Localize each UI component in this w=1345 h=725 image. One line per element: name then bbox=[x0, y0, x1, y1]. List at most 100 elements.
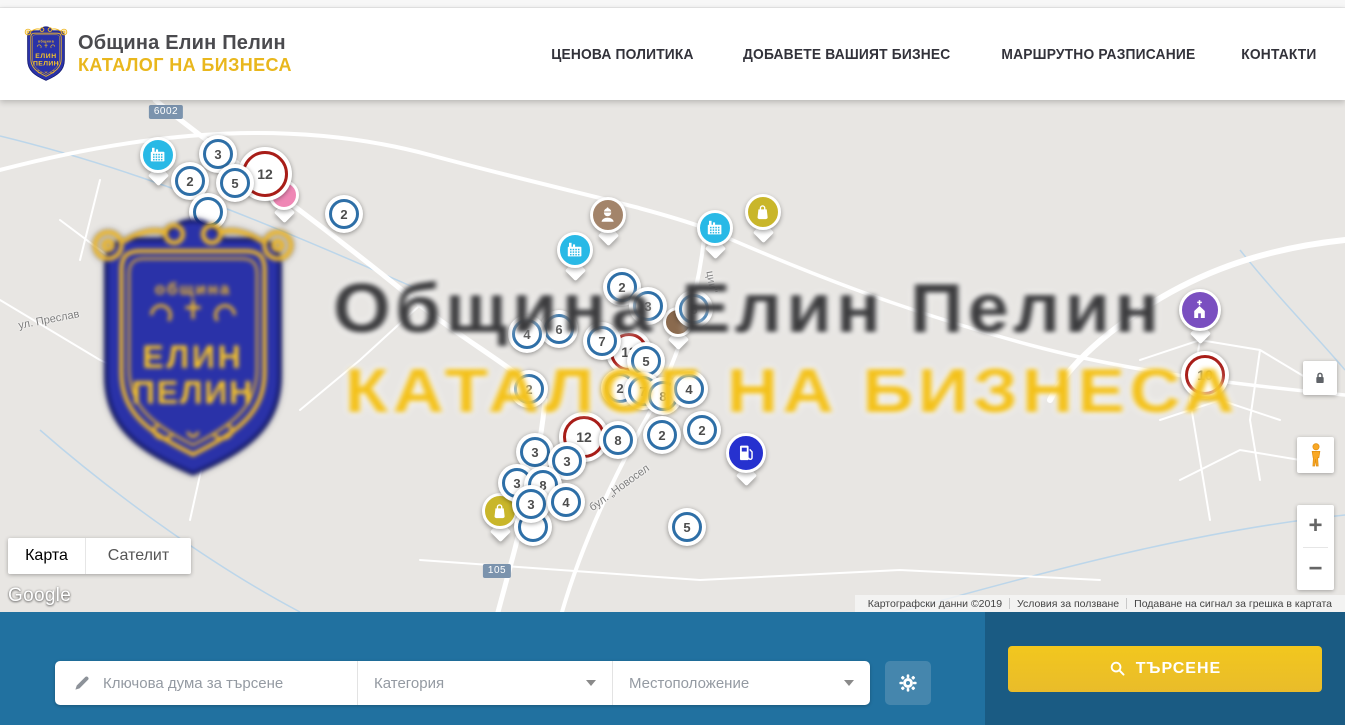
cluster-count: 3 bbox=[527, 497, 534, 512]
map-cluster-marker[interactable]: 2 bbox=[643, 416, 681, 454]
map-cluster-marker[interactable]: 3 bbox=[629, 287, 667, 325]
brand[interactable]: Община Елин Пелин КАТАЛОГ НА БИЗНЕСА bbox=[22, 23, 292, 85]
map-type-map-button[interactable]: Карта bbox=[8, 538, 85, 574]
map-cluster-marker[interactable]: 3 bbox=[512, 485, 550, 523]
fuel-icon bbox=[735, 442, 757, 464]
nav-item-add-business[interactable]: ДОБАВЕТЕ ВАШИЯТ БИЗНЕС bbox=[743, 46, 950, 63]
fullscreen-lock-button[interactable] bbox=[1303, 361, 1337, 395]
street-view-pegman[interactable] bbox=[1297, 437, 1334, 473]
cluster-count: 3 bbox=[531, 445, 538, 460]
search-submit-panel: ТЪРСЕНЕ bbox=[985, 612, 1345, 725]
map-pin-factory[interactable] bbox=[557, 232, 593, 281]
main-nav: ЦЕНОВА ПОЛИТИКА ДОБАВЕТЕ ВАШИЯТ БИЗНЕС М… bbox=[545, 8, 1320, 100]
factory-icon bbox=[565, 240, 584, 259]
top-strip bbox=[0, 0, 1345, 8]
chevron-down-icon bbox=[844, 680, 854, 686]
category-select[interactable]: Категория bbox=[357, 661, 612, 705]
map-type-satellite-button[interactable]: Сателит bbox=[85, 538, 191, 574]
zoom-in-button[interactable]: + bbox=[1297, 505, 1334, 547]
site-title: Община Елин Пелин bbox=[78, 32, 292, 55]
nav-item-contacts[interactable]: КОНТАКТИ bbox=[1241, 46, 1316, 63]
search-button-label: ТЪРСЕНЕ bbox=[1136, 660, 1221, 678]
bag-icon bbox=[753, 202, 772, 221]
cluster-count: 4 bbox=[523, 327, 530, 342]
factory-icon bbox=[148, 145, 167, 164]
gear-icon bbox=[897, 672, 919, 694]
map-pin-factory[interactable] bbox=[697, 210, 733, 259]
cluster-count: 3 bbox=[563, 454, 570, 469]
map-type-control: Карта Сателит bbox=[8, 538, 191, 574]
map-pin-church[interactable] bbox=[1179, 289, 1221, 344]
map-cluster-marker[interactable]: 8 bbox=[599, 421, 637, 459]
map-cluster-marker[interactable]: 4 bbox=[508, 315, 546, 353]
municipality-crest-logo bbox=[22, 23, 70, 85]
cluster-count: 2 bbox=[186, 174, 193, 189]
site-subtitle: КАТАЛОГ НА БИЗНЕСА bbox=[78, 55, 292, 76]
map-cluster-marker[interactable]: 6 bbox=[540, 310, 578, 348]
cluster-count: 12 bbox=[576, 429, 592, 445]
search-bar: ТЪРСЕНЕ Категория Местоположение bbox=[0, 612, 1345, 725]
cluster-count: 5 bbox=[231, 176, 238, 191]
cluster-count: 2 bbox=[698, 423, 705, 438]
advanced-settings-button[interactable] bbox=[885, 661, 931, 705]
cluster-count: 12 bbox=[257, 166, 273, 182]
cluster-count: 3 bbox=[644, 299, 651, 314]
cluster-count: 4 bbox=[685, 382, 692, 397]
map-cluster-marker[interactable]: 7 bbox=[583, 322, 621, 360]
chevron-down-icon bbox=[586, 680, 596, 686]
map-pin-fuel[interactable] bbox=[726, 433, 766, 486]
category-select-placeholder: Категория bbox=[374, 675, 444, 692]
cluster-count: 8 bbox=[614, 433, 621, 448]
search-button[interactable]: ТЪРСЕНЕ bbox=[1008, 646, 1322, 692]
nav-item-pricing[interactable]: ЦЕНОВА ПОЛИТИКА bbox=[551, 46, 693, 63]
attribution-report-link[interactable]: Подаване на сигнал за грешка в картата bbox=[1127, 598, 1339, 610]
cluster-count: 8 bbox=[659, 389, 666, 404]
map-cluster-marker[interactable]: 2 bbox=[325, 195, 363, 233]
map-pin-worker[interactable] bbox=[590, 197, 626, 246]
cluster-count: 7 bbox=[598, 334, 605, 349]
zoom-control: + − bbox=[1297, 505, 1334, 590]
cluster-count: 3 bbox=[214, 147, 221, 162]
map-cluster-marker[interactable]: 5 bbox=[675, 290, 713, 328]
cluster-count: 5 bbox=[642, 354, 649, 369]
map-cluster-marker[interactable]: 4 bbox=[670, 370, 708, 408]
keyword-field bbox=[55, 661, 357, 705]
cluster-count: 10 bbox=[1197, 367, 1213, 383]
cluster-count: 2 bbox=[616, 381, 623, 396]
zoom-out-button[interactable]: − bbox=[1297, 548, 1334, 590]
attribution-terms-link[interactable]: Условия за ползване bbox=[1010, 598, 1126, 610]
pegman-icon bbox=[1305, 442, 1327, 468]
map-attribution: Картографски данни ©2019 Условия за полз… bbox=[855, 595, 1345, 612]
map-cluster-marker[interactable]: 2 bbox=[683, 411, 721, 449]
map-cluster-marker[interactable]: 5 bbox=[216, 164, 254, 202]
map-cluster-marker[interactable]: 10 bbox=[1181, 351, 1229, 399]
map-pin-bag[interactable] bbox=[745, 194, 781, 243]
map-cluster-marker[interactable]: 2 bbox=[510, 370, 548, 408]
keyword-search-input[interactable] bbox=[103, 675, 345, 692]
google-map[interactable]: 3212522351364752278412822333834510 Общин… bbox=[0, 100, 1345, 612]
attribution-data: Картографски данни ©2019 bbox=[861, 598, 1009, 610]
cluster-count: 5 bbox=[690, 302, 697, 317]
cluster-count: 2 bbox=[618, 280, 625, 295]
map-cluster-marker[interactable]: 5 bbox=[668, 508, 706, 546]
cluster-count: 2 bbox=[525, 382, 532, 397]
markers-layer: 3212522351364752278412822333834510 bbox=[0, 100, 1345, 612]
church-icon bbox=[1188, 298, 1211, 321]
location-select-placeholder: Местоположение bbox=[629, 675, 749, 692]
cluster-count: 2 bbox=[340, 207, 347, 222]
bag-icon bbox=[490, 501, 509, 520]
lock-icon bbox=[1312, 370, 1328, 386]
cluster-count: 4 bbox=[562, 495, 569, 510]
map-cluster-marker[interactable]: 4 bbox=[547, 483, 585, 521]
search-icon bbox=[1109, 660, 1126, 677]
map-cluster-marker[interactable] bbox=[189, 193, 227, 231]
factory-icon bbox=[705, 218, 724, 237]
nav-item-route-schedule[interactable]: МАРШРУТНО РАЗПИСАНИЕ bbox=[1002, 46, 1196, 63]
location-select[interactable]: Местоположение bbox=[612, 661, 870, 705]
google-logo[interactable]: Google bbox=[8, 585, 71, 607]
cluster-count: 2 bbox=[658, 428, 665, 443]
cluster-count: 6 bbox=[555, 322, 562, 337]
cluster-count: 5 bbox=[683, 520, 690, 535]
search-fields-group: Категория Местоположение bbox=[55, 661, 870, 705]
worker-icon bbox=[598, 205, 617, 224]
